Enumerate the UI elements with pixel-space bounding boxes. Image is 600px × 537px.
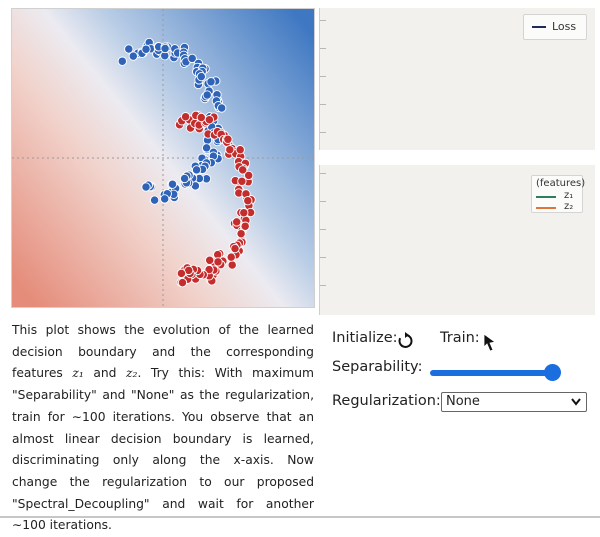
class-a-point — [149, 195, 160, 205]
class-b-point — [204, 115, 215, 125]
initialize-label: Initialize: — [332, 330, 398, 346]
regularization-selected-value: None — [446, 394, 480, 409]
class-a-point — [202, 90, 212, 100]
z2-label: z₂ — [564, 201, 574, 212]
decision-boundary-plot — [11, 8, 315, 308]
class-b-point — [235, 145, 245, 155]
regularization-select[interactable]: None — [441, 392, 587, 412]
desc-z2: z₂ — [126, 366, 138, 381]
class-a-point — [167, 179, 178, 189]
feature-legend-z2: z₂ — [536, 201, 582, 213]
train-label: Train: — [440, 330, 480, 346]
class-b-point — [239, 208, 249, 218]
class-a-point — [160, 43, 170, 54]
class-a-point — [217, 103, 227, 113]
separability-slider[interactable] — [430, 370, 558, 376]
feature-legend-title: (features) — [536, 178, 586, 189]
class-b-point — [230, 243, 240, 254]
class-b-point — [196, 112, 206, 123]
desc-z1: z₁ — [72, 366, 84, 381]
class-b-point — [240, 221, 250, 231]
loss-legend-label: Loss — [552, 20, 577, 33]
class-a-point — [191, 165, 202, 175]
feature-y-axis — [320, 165, 326, 315]
class-b-point — [223, 134, 233, 144]
class-b-point — [225, 145, 235, 155]
loss-chart: Loss — [319, 8, 595, 150]
class-b-point — [177, 277, 188, 288]
class-b-point — [180, 112, 191, 122]
z1-swatch — [536, 196, 556, 198]
class-b-point — [244, 170, 254, 181]
class-b-point — [236, 229, 246, 239]
chevron-down-icon — [571, 398, 581, 406]
class-b-point — [213, 257, 223, 267]
feature-chart: (features) z₁ z₂ — [319, 165, 595, 315]
play-icon[interactable] — [483, 333, 497, 351]
scatter-svg — [12, 9, 314, 307]
class-a-point — [206, 77, 216, 87]
class-b-point — [176, 268, 187, 279]
class-a-point — [117, 56, 127, 66]
bottom-divider — [0, 516, 600, 518]
separability-slider-thumb[interactable] — [544, 364, 561, 381]
desc-part2: . Try this: With maximum "Separability" … — [12, 366, 315, 533]
desc-and: and — [83, 366, 127, 381]
reset-icon[interactable] — [396, 332, 414, 350]
class-a-point — [141, 44, 151, 54]
class-a-point — [128, 51, 138, 61]
separability-label: Separability: — [332, 359, 423, 375]
feature-legend: (features) z₁ z₂ — [531, 175, 586, 213]
z1-label: z₁ — [564, 190, 574, 201]
class-b-point — [232, 217, 242, 227]
description-text: This plot shows the evolution of the lea… — [12, 320, 314, 537]
regularization-label: Regularization: — [332, 393, 441, 409]
loss-y-axis — [320, 8, 326, 150]
class-a-point — [160, 194, 170, 204]
class-b-point — [226, 252, 236, 262]
loss-legend: Loss — [523, 14, 587, 40]
class-b-point — [237, 176, 247, 186]
class-a-point — [196, 71, 206, 82]
class-b-point — [205, 255, 215, 265]
class-b-point — [227, 260, 237, 270]
z2-swatch — [536, 207, 556, 209]
loss-legend-swatch — [532, 26, 546, 28]
class-a-point — [141, 182, 151, 192]
class-a-point — [179, 173, 190, 184]
class-b-point — [243, 196, 253, 206]
